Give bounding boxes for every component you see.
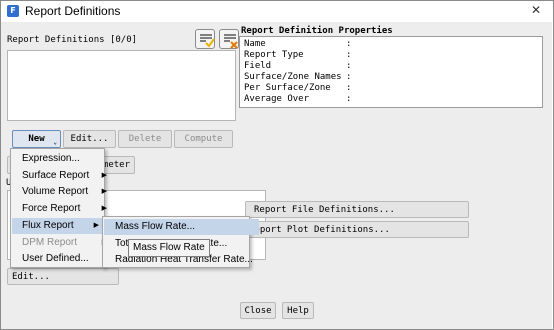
- prop-name: Name: [244, 39, 266, 49]
- compute-button[interactable]: Compute: [174, 130, 233, 148]
- submenu-item-label: Mass Flow Rate...: [115, 221, 196, 232]
- prop-name: Average Over: [244, 94, 310, 104]
- prop-name: Report Type: [244, 50, 304, 60]
- prop-separator: :: [346, 94, 352, 104]
- properties-panel: Name: Report Type: Field: Surface/Zone N…: [239, 36, 543, 108]
- app-icon: F: [7, 5, 19, 17]
- prop-separator: :: [346, 39, 352, 49]
- tooltip: Mass Flow Rate: [128, 239, 210, 257]
- menu-item-label: DPM Report: [22, 237, 78, 248]
- submenu-arrow-icon: ▶: [101, 205, 107, 212]
- prop-name: Field: [244, 61, 272, 71]
- help-button[interactable]: Help: [282, 302, 314, 319]
- delete-button[interactable]: Delete: [118, 130, 172, 148]
- menu-item-expression[interactable]: Expression...: [12, 151, 113, 167]
- menu-item-force-report[interactable]: Force Report ▶: [12, 201, 113, 217]
- menu-item-label: Flux Report: [22, 220, 74, 231]
- menu-item-user-defined[interactable]: User Defined...: [12, 251, 113, 267]
- submenu-arrow-icon: ▶: [101, 188, 107, 195]
- deselect-all-icon: [224, 34, 238, 49]
- menu-item-label: Volume Report: [22, 186, 89, 197]
- report-definitions-list[interactable]: [7, 50, 236, 121]
- select-all-button[interactable]: [195, 29, 215, 49]
- submenu-arrow-icon: ▶: [101, 172, 107, 179]
- new-button[interactable]: New ⌄: [12, 130, 61, 148]
- close-button[interactable]: Close: [240, 302, 276, 319]
- menu-item-label: Surface Report: [22, 170, 90, 181]
- report-definitions-label: Report Definitions [0/0]: [7, 35, 138, 45]
- title-bar[interactable]: F Report Definitions ✕: [1, 1, 553, 21]
- menu-item-label: Force Report: [22, 203, 81, 214]
- report-file-definitions-button[interactable]: Report File Definitions...: [245, 201, 469, 218]
- properties-title: Report Definition Properties: [241, 26, 393, 36]
- menu-item-volume-report[interactable]: Volume Report ▶: [12, 184, 113, 200]
- new-button-label: New: [28, 134, 45, 144]
- edit-button[interactable]: Edit...: [63, 130, 116, 148]
- submenu-item-label: Tot: [115, 238, 129, 249]
- prop-separator: :: [346, 83, 352, 93]
- deselect-all-button[interactable]: [219, 29, 239, 49]
- select-all-icon: [200, 34, 215, 48]
- window-title: Report Definitions: [25, 4, 121, 18]
- prop-name: Per Surface/Zone: [244, 83, 331, 93]
- prop-separator: :: [346, 72, 352, 82]
- report-plot-definitions-button[interactable]: Report Plot Definitions...: [245, 221, 469, 238]
- menu-item-label: User Defined...: [22, 253, 89, 264]
- menu-item-label: Expression...: [22, 153, 80, 164]
- menu-item-surface-report[interactable]: Surface Report ▶: [12, 168, 113, 184]
- menu-item-dpm-report[interactable]: DPM Report▶: [12, 235, 113, 251]
- prop-separator: :: [346, 50, 352, 60]
- submenu-arrow-icon: ▶: [93, 222, 99, 229]
- prop-separator: :: [346, 61, 352, 71]
- submenu-item-mass-flow-rate[interactable]: Mass Flow Rate...: [104, 219, 259, 235]
- bottom-edit-button[interactable]: Edit...: [7, 268, 119, 285]
- window-close-button[interactable]: ✕: [531, 3, 541, 17]
- menu-item-flux-report[interactable]: Flux Report ▶: [12, 218, 105, 234]
- new-dropdown-menu: Expression... Surface Report ▶ Volume Rep…: [10, 148, 107, 268]
- prop-name: Surface/Zone Names: [244, 72, 342, 82]
